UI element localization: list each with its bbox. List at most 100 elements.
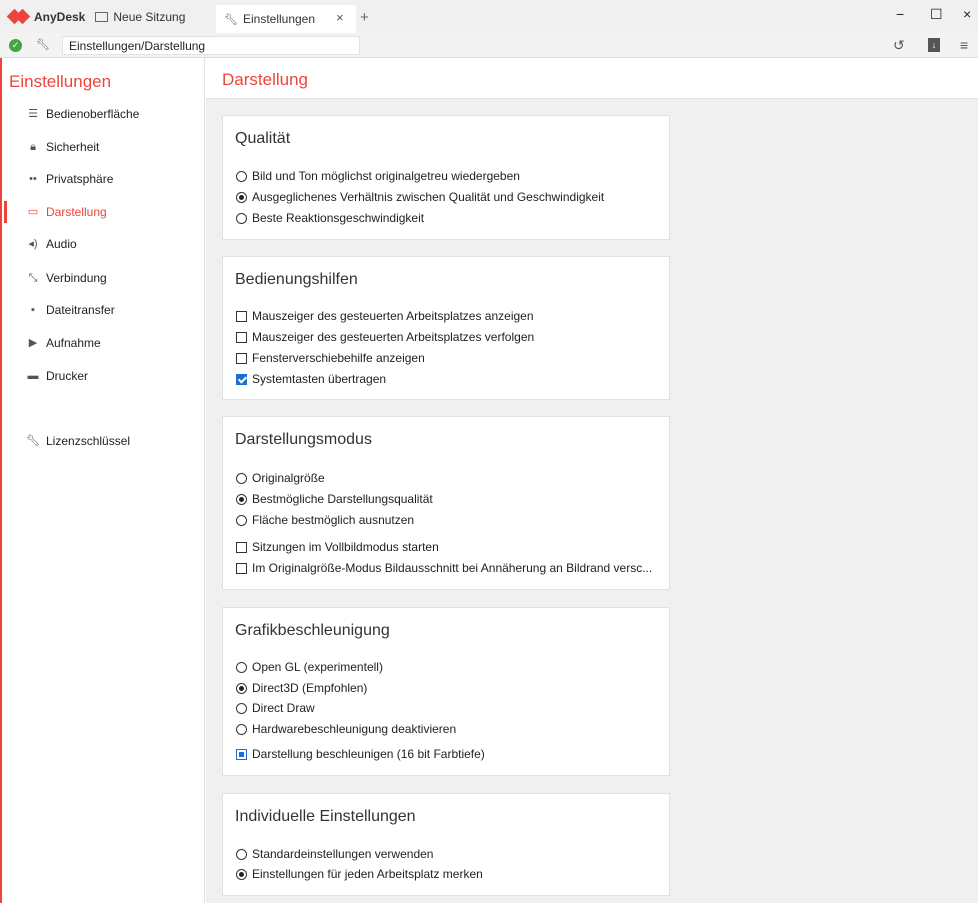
option-label: Darstellung beschleunigen (16 bit Farbti…	[252, 747, 485, 761]
close-tab-icon[interactable]: ×	[336, 10, 344, 25]
radio-button[interactable]	[236, 723, 247, 735]
radio-button[interactable]	[236, 702, 247, 714]
radio-option[interactable]: Bestmögliche Darstellungsqualität	[236, 490, 433, 508]
checkbox-option[interactable]: Darstellung beschleunigen (16 bit Farbti…	[236, 745, 485, 763]
checkbox[interactable]	[236, 541, 247, 553]
option-label: Einstellungen für jeden Arbeitsplatz mer…	[252, 867, 483, 881]
option-label: Bild und Ton möglichst originalgetreu wi…	[252, 169, 520, 183]
tab-neue-sitzung-content: Neue Sitzung	[91, 10, 185, 24]
page-title: Darstellung	[222, 70, 308, 89]
add-tab-button[interactable]: +	[360, 9, 369, 26]
radio-option[interactable]: Originalgröße	[236, 469, 325, 487]
card-bedienungshilfen: Bedienungshilfen Mauszeiger des gesteuer…	[222, 256, 670, 400]
radio-option[interactable]: Fläche bestmöglich ausnutzen	[236, 511, 414, 529]
checkbox-option[interactable]: Mauszeiger des gesteuerten Arbeitsplatze…	[236, 307, 534, 325]
sidebar-item-bedienoberflaeche[interactable]: ☰ Bedienoberfläche	[2, 103, 204, 125]
sidebar-item-darstellung[interactable]: ▭ Darstellung	[2, 201, 204, 223]
checkbox-option[interactable]: Sitzungen im Vollbildmodus starten	[236, 538, 439, 556]
speaker-icon: ◂)	[28, 238, 38, 250]
download-icon[interactable]: ↓	[928, 38, 940, 52]
sidebar-item-privatsphaere[interactable]: •• Privatsphäre	[2, 168, 204, 190]
sidebar-item-sicherheit[interactable]: 🔒︎ Sicherheit	[2, 136, 204, 158]
radio-button[interactable]	[236, 493, 247, 505]
sidebar-item-audio[interactable]: ◂) Audio	[2, 233, 204, 255]
option-label: Mauszeiger des gesteuerten Arbeitsplatze…	[252, 309, 534, 323]
card-individuelle-einstellungen: Individuelle Einstellungen Standardeinst…	[222, 793, 670, 896]
card-grafikbeschleunigung: Grafikbeschleunigung Open GL (experiment…	[222, 607, 670, 776]
radio-button[interactable]	[236, 848, 247, 860]
radio-option[interactable]: Hardwarebeschleunigung deaktivieren	[236, 720, 456, 738]
radio-option[interactable]: Ausgeglichenes Verhältnis zwischen Quali…	[236, 188, 604, 206]
radio-option[interactable]: Standardeinstellungen verwenden	[236, 845, 433, 863]
radio-button[interactable]	[236, 868, 247, 880]
sidebar-item-label: Dateitransfer	[46, 303, 115, 317]
radio-button[interactable]	[236, 170, 247, 182]
checkbox-option[interactable]: Systemtasten übertragen	[236, 370, 386, 388]
tab-einstellungen[interactable]: 🔧︎ Einstellungen ×	[216, 5, 356, 33]
sidebar-item-verbindung[interactable]: ⤡ Verbindung	[2, 267, 204, 289]
sidebar-item-drucker[interactable]: ▬ Drucker	[2, 365, 204, 387]
card-title: Grafikbeschleunigung	[235, 622, 390, 639]
sidebar-item-label: Audio	[46, 237, 77, 251]
checkbox-option[interactable]: Mauszeiger des gesteuerten Arbeitsplatze…	[236, 328, 534, 346]
option-label: Originalgröße	[252, 471, 325, 485]
sidebar-item-lizenzschluessel[interactable]: 🔧︎ Lizenzschlüssel	[2, 430, 204, 452]
checkbox[interactable]	[236, 373, 247, 385]
minimize-button[interactable]: −	[896, 6, 904, 22]
address-bar: ✓ 🔧︎ ↺ ↓ ≡	[0, 33, 978, 58]
radio-option[interactable]: Beste Reaktionsgeschwindigkeit	[236, 209, 424, 227]
radio-option[interactable]: Direct3D (Empfohlen)	[236, 679, 367, 697]
history-icon[interactable]: ↺	[893, 37, 905, 54]
status-ok-icon: ✓	[9, 39, 22, 52]
list-icon: ☰	[28, 108, 38, 120]
sidebar-item-aufnahme[interactable]: ▶ Aufnahme	[2, 332, 204, 354]
checkbox[interactable]	[236, 562, 247, 574]
radio-option[interactable]: Bild und Ton möglichst originalgetreu wi…	[236, 167, 520, 185]
radio-option[interactable]: Direct Draw	[236, 699, 315, 717]
radio-button[interactable]	[236, 472, 247, 484]
option-label: Bestmögliche Darstellungsqualität	[252, 492, 433, 506]
card-title: Qualität	[235, 130, 291, 147]
radio-button[interactable]	[236, 682, 247, 694]
option-label: Fensterverschiebehilfe anzeigen	[252, 351, 425, 365]
sidebar-title: Einstellungen	[9, 72, 112, 91]
sidebar-item-dateitransfer[interactable]: ▪ Dateitransfer	[2, 299, 204, 321]
option-label: Standardeinstellungen verwenden	[252, 847, 434, 861]
card-title: Individuelle Einstellungen	[235, 808, 416, 825]
card-darstellungsmodus: Darstellungsmodus Originalgröße Bestmögl…	[222, 416, 670, 590]
checkbox-option[interactable]: Im Originalgröße-Modus Bildausschnitt be…	[236, 559, 652, 577]
option-label: Sitzungen im Vollbildmodus starten	[252, 540, 439, 554]
sidebar-item-label: Lizenzschlüssel	[46, 434, 131, 448]
sidebar-item-label: Verbindung	[46, 271, 107, 285]
radio-option[interactable]: Open GL (experimentell)	[236, 658, 383, 676]
option-label: Direct3D (Empfohlen)	[252, 681, 368, 695]
page-header: Darstellung	[206, 58, 978, 99]
checkbox-option[interactable]: Fensterverschiebehilfe anzeigen	[236, 349, 425, 367]
option-label: Open GL (experimentell)	[252, 660, 383, 674]
option-label: Hardwarebeschleunigung deaktivieren	[252, 722, 457, 736]
video-icon: ▶	[28, 337, 38, 349]
radio-option[interactable]: Einstellungen für jeden Arbeitsplatz mer…	[236, 865, 483, 883]
checkbox[interactable]	[236, 352, 247, 364]
radio-button[interactable]	[236, 212, 247, 224]
checkbox[interactable]	[236, 310, 247, 322]
address-input[interactable]	[62, 36, 360, 55]
option-label: Systemtasten übertragen	[252, 372, 387, 386]
printer-icon: ▬	[27, 370, 39, 382]
checkbox[interactable]	[236, 748, 247, 760]
checkbox[interactable]	[236, 331, 247, 343]
lock-icon: 🔒︎	[30, 141, 36, 153]
radio-button[interactable]	[236, 191, 247, 203]
radio-button[interactable]	[236, 514, 247, 526]
option-label: Beste Reaktionsgeschwindigkeit	[252, 211, 425, 225]
tab-neue-sitzung[interactable]: AnyDesk Neue Sitzung	[6, 5, 216, 29]
card-qualitaet: Qualität Bild und Ton möglichst original…	[222, 115, 670, 240]
sidebar-item-label: Drucker	[46, 369, 89, 383]
card-title: Darstellungsmodus	[235, 431, 372, 448]
close-window-button[interactable]: ×	[963, 6, 971, 22]
radio-button[interactable]	[236, 661, 247, 673]
menu-icon[interactable]: ≡	[960, 37, 968, 53]
sidebar: Einstellungen ☰ Bedienoberfläche 🔒︎ Sich…	[2, 58, 205, 903]
maximize-button[interactable]: ☐	[930, 6, 943, 23]
monitor-icon: ▭	[27, 206, 39, 218]
